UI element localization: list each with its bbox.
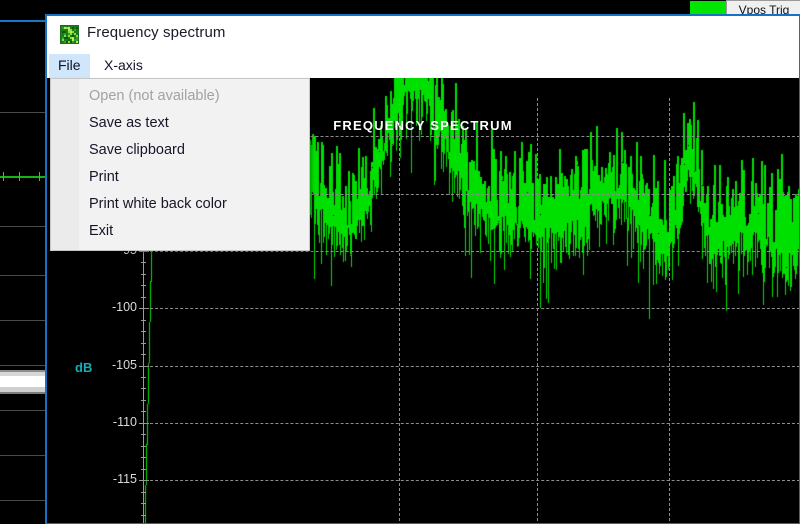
frequency-spectrum-window: Frequency spectrum File X-axis FREQUENCY… (45, 14, 800, 524)
y-axis-minor-tick (141, 274, 146, 275)
menubar: File X-axis (47, 54, 799, 79)
y-axis-minor-tick (141, 331, 146, 332)
y-axis-minor-tick (141, 377, 146, 378)
file-dropdown-menu[interactable]: Open (not available) Save as text Save cli… (50, 78, 310, 251)
gridline-horizontal (145, 480, 799, 481)
menu-option-open: Open (not available) (89, 88, 220, 104)
y-axis-minor-tick (141, 285, 146, 286)
gridline-vertical (669, 98, 670, 523)
menu-option-print[interactable]: Print (51, 164, 309, 191)
bg-trace-tick (19, 172, 20, 181)
y-axis-minor-tick (141, 515, 146, 516)
window-titlebar[interactable]: Frequency spectrum (47, 16, 799, 54)
y-axis-tick-label: -110 (112, 415, 137, 429)
y-axis-minor-tick (141, 457, 146, 458)
window-title: Frequency spectrum (87, 24, 226, 41)
y-axis-minor-tick (141, 503, 146, 504)
y-axis-tick-label: -100 (111, 300, 137, 314)
y-axis-minor-tick (141, 343, 146, 344)
menu-item-x-axis[interactable]: X-axis (95, 54, 152, 78)
gridline-vertical (537, 98, 538, 523)
y-axis-minor-tick (141, 446, 146, 447)
bg-trace-tick (39, 172, 40, 181)
gridline-horizontal (145, 308, 799, 309)
y-axis-minor-tick (141, 434, 146, 435)
y-axis-tick-label: -115 (112, 472, 137, 486)
y-axis-minor-tick (141, 262, 146, 263)
y-axis-minor-tick (141, 297, 146, 298)
y-axis-minor-tick (141, 469, 146, 470)
y-axis-unit-label: dB (75, 360, 93, 375)
y-axis-minor-tick (141, 411, 146, 412)
menu-option-save-as-text[interactable]: Save as text (51, 110, 309, 137)
menu-item-file[interactable]: File (49, 54, 90, 78)
gridline-vertical (399, 98, 400, 523)
gridline-horizontal (145, 251, 799, 252)
y-axis-minor-tick (141, 400, 146, 401)
screen: Vpos Trig Frequency spectrum File X-axis… (0, 0, 800, 524)
y-axis-minor-tick (141, 492, 146, 493)
menu-option-print-white-back-color[interactable]: Print white back color (51, 191, 309, 218)
gridline-horizontal (145, 423, 799, 424)
menu-option-exit[interactable]: Exit (51, 218, 309, 245)
menu-option-save-clipboard[interactable]: Save clipboard (51, 137, 309, 164)
gridline-horizontal (145, 366, 799, 367)
y-axis-minor-tick (141, 354, 146, 355)
y-axis-minor-tick (141, 320, 146, 321)
spectrum-grid-icon (60, 25, 79, 44)
y-axis-minor-tick (141, 388, 146, 389)
bg-trace-tick (3, 172, 4, 181)
